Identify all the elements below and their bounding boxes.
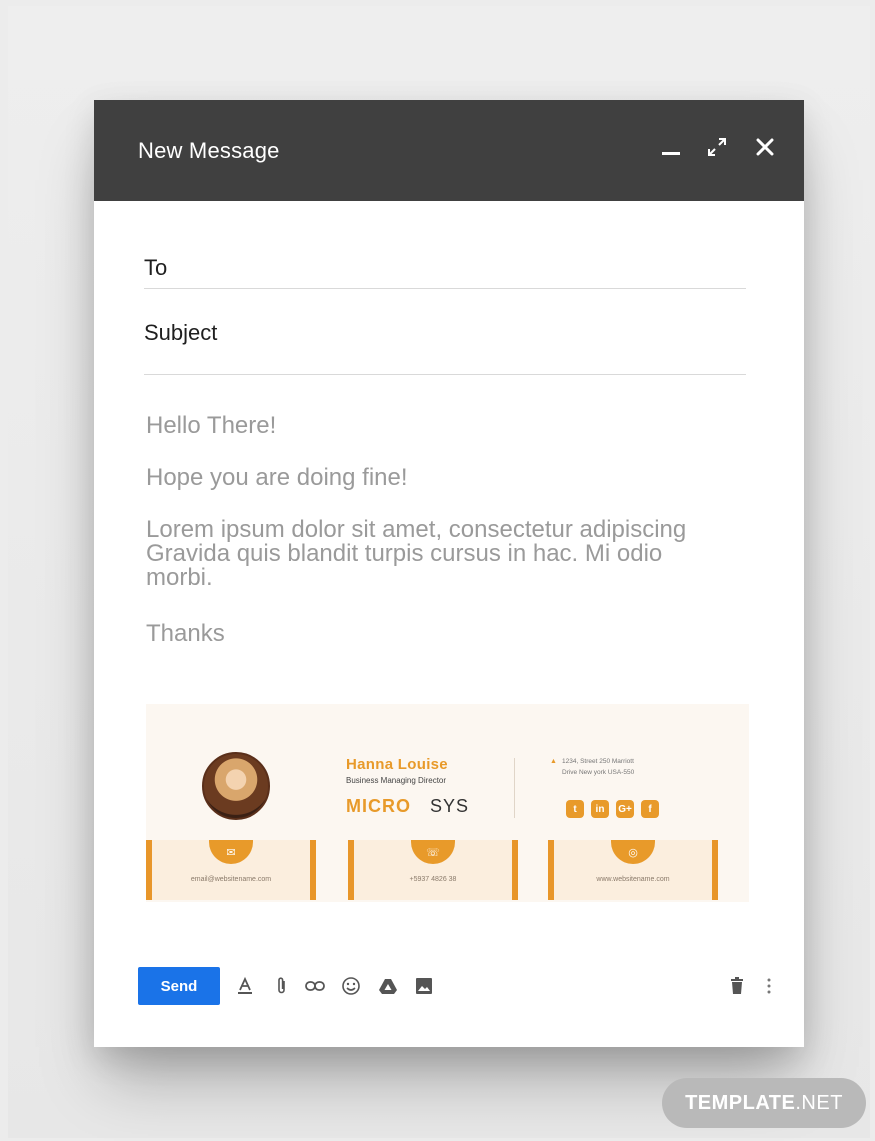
signature-name: Hanna Louise [346, 756, 448, 773]
message-paragraph-line[interactable]: Lorem ipsum dolor sit amet, consectetur … [146, 518, 756, 542]
to-field[interactable]: To [144, 248, 746, 289]
address-line: Drive New york USA-550 [562, 769, 635, 776]
google-plus-icon[interactable]: G+ [616, 800, 634, 818]
attach-button[interactable] [271, 975, 293, 997]
paperclip-icon [278, 977, 285, 994]
compose-window: New Message To Subject Hello There! Hope… [94, 100, 804, 1047]
contact-card-email: ✉ email@websitename.com [146, 840, 316, 900]
message-line[interactable]: Hope you are doing fine! [146, 466, 756, 490]
message-closing[interactable]: Thanks [146, 622, 756, 646]
contact-website: www.websitename.com [596, 876, 670, 883]
close-button[interactable] [748, 130, 782, 164]
minimize-button[interactable] [654, 130, 688, 164]
close-icon [756, 138, 774, 156]
signature-divider [514, 758, 515, 818]
twitter-icon[interactable]: t [566, 800, 584, 818]
linkedin-icon[interactable]: in [591, 800, 609, 818]
signature-address: 1234, Street 250 Marriott Drive New york… [562, 756, 692, 778]
watermark-part1: TEMPLATE [685, 1091, 796, 1114]
compose-title: New Message [138, 138, 280, 163]
social-links: t in G+ f [566, 800, 659, 818]
email-signature: Hanna Louise Business Managing Director … [146, 704, 749, 902]
to-label: To [144, 255, 168, 280]
expand-button[interactable] [700, 130, 734, 164]
emoji-button[interactable] [340, 975, 362, 997]
address-line: 1234, Street 250 Marriott [562, 758, 634, 765]
to-input[interactable] [179, 255, 746, 281]
envelope-icon: ✉ [209, 840, 253, 864]
message-paragraph-line[interactable]: morbi. [146, 566, 756, 590]
message-paragraph-line[interactable]: Gravida quis blandit turpis cursus in ha… [146, 542, 756, 566]
subject-input[interactable] [229, 320, 746, 345]
compose-titlebar: New Message [94, 100, 804, 201]
subject-field[interactable]: Subject [144, 316, 746, 375]
drive-icon [379, 979, 397, 994]
more-vert-icon [767, 978, 771, 994]
minimize-icon [662, 152, 680, 155]
insert-photo-button[interactable] [413, 975, 435, 997]
facebook-icon[interactable]: f [641, 800, 659, 818]
watermark-part2: .NET [795, 1091, 843, 1114]
home-icon: ▲ [550, 758, 557, 765]
more-options-button[interactable] [758, 975, 780, 997]
template-net-watermark: TEMPLATE .NET [662, 1078, 866, 1128]
subject-label: Subject [144, 320, 218, 345]
discard-button[interactable] [726, 975, 748, 997]
signature-company-part2: SYS [430, 796, 470, 816]
expand-icon [708, 138, 726, 156]
text-format-icon [238, 976, 252, 994]
send-button[interactable]: Send [138, 967, 220, 1005]
globe-icon: ◎ [611, 840, 655, 864]
phone-icon: ☏ [411, 840, 455, 864]
contact-card-phone: ☏ +5937 4826 38 [348, 840, 518, 900]
message-greeting[interactable]: Hello There! [146, 414, 756, 438]
contact-email: email@websitename.com [190, 876, 272, 883]
formatting-button[interactable] [234, 975, 256, 997]
image-icon [416, 978, 432, 994]
signature-company-part1: MICRO [346, 796, 411, 816]
link-icon [305, 981, 325, 991]
insert-link-button[interactable] [304, 975, 326, 997]
smiley-icon [342, 977, 360, 995]
contact-phone: +5937 4826 38 [409, 876, 457, 883]
signature-role: Business Managing Director [346, 776, 447, 785]
trash-icon [731, 977, 743, 994]
avatar [202, 752, 270, 820]
contact-card-website: ◎ www.websitename.com [548, 840, 718, 900]
drive-button[interactable] [377, 975, 399, 997]
